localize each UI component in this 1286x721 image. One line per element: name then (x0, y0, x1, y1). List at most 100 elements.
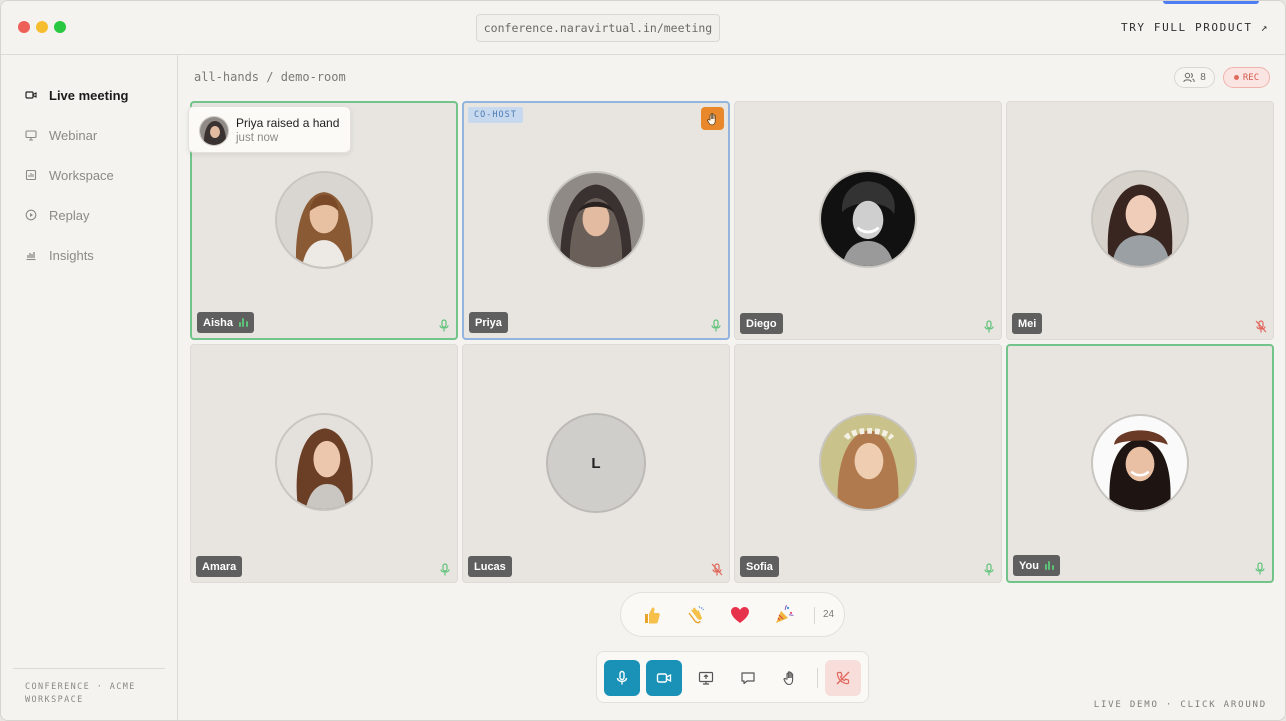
avatar (1091, 170, 1189, 268)
participant-name: Diego (746, 317, 777, 330)
camera-button[interactable] (646, 660, 682, 696)
mic-off-icon (711, 563, 723, 576)
audio-level-icon (1044, 561, 1054, 570)
camera-icon (656, 673, 672, 683)
workspace-label-line2: WORKSPACE (25, 695, 84, 705)
chat-button[interactable] (730, 660, 766, 696)
toast-title: Priya raised a hand (236, 116, 340, 130)
sidebar-item-replay[interactable]: Replay (25, 195, 128, 235)
audio-level-icon (238, 318, 248, 327)
participant-tile-sofia[interactable]: Sofia (734, 344, 1002, 583)
initial-avatar: L (546, 413, 646, 513)
raise-hand-button[interactable] (772, 660, 808, 696)
share-screen-button[interactable] (688, 660, 724, 696)
live-demo-label: LIVE DEMO · CLICK AROUND (1093, 700, 1267, 710)
avatar (547, 171, 645, 269)
sidebar-item-workspace[interactable]: Workspace (25, 155, 128, 195)
breadcrumb: all-hands / demo-room (194, 70, 346, 84)
sidebar-item-label: Insights (49, 247, 94, 263)
phone-hangup-icon (836, 671, 850, 685)
microphone-icon (616, 670, 628, 685)
participant-tile-lucas[interactable]: L Lucas (462, 344, 730, 583)
heart-icon (731, 607, 749, 623)
sidebar-item-live-meeting[interactable]: Live meeting (25, 75, 128, 115)
maximize-window-button[interactable] (54, 21, 66, 33)
accent-line (1163, 1, 1259, 4)
mic-on-icon (984, 563, 994, 576)
title-bar: conference.naravirtual.in/meeting TRY FU… (1, 1, 1285, 55)
chat-icon (741, 672, 755, 685)
participant-name-tag: You (1013, 555, 1060, 576)
chart-icon (26, 252, 36, 261)
hand-icon (783, 671, 794, 686)
heart-reaction-button[interactable] (729, 604, 751, 626)
users-icon (1183, 72, 1195, 83)
mic-on-icon (440, 563, 450, 576)
minimize-window-button[interactable] (36, 21, 48, 33)
toast-timestamp: just now (236, 132, 279, 144)
participant-tile-diego[interactable]: Diego (734, 101, 1002, 340)
reactions-bar: 24 (620, 592, 845, 637)
sidebar-item-webinar[interactable]: Webinar (25, 115, 128, 155)
mic-on-icon (984, 320, 994, 333)
toast-avatar (199, 116, 229, 146)
participant-tile-priya[interactable]: CO-HOST Priya (462, 101, 730, 340)
participant-name: Amara (202, 560, 237, 573)
url-bar[interactable]: conference.naravirtual.in/meeting (476, 14, 720, 42)
monitor-icon (25, 130, 37, 141)
participant-name: Priya (475, 316, 502, 329)
close-window-button[interactable] (18, 21, 30, 33)
participant-name: Sofia (746, 560, 773, 573)
microphone-button[interactable] (604, 660, 640, 696)
thumbs-up-reaction-button[interactable] (641, 604, 663, 626)
participant-name: Aisha (203, 316, 233, 329)
participant-name-tag: Amara (196, 556, 243, 577)
try-full-product-link[interactable]: TRY FULL PRODUCT ↗ (1121, 21, 1269, 34)
participant-name-tag: Sofia (740, 556, 779, 577)
video-icon (25, 91, 37, 99)
recording-label: REC (1242, 72, 1260, 83)
party-popper-icon (776, 605, 794, 623)
avatar (275, 413, 373, 511)
participant-name: Mei (1018, 317, 1037, 330)
participant-name: Lucas (474, 560, 506, 573)
avatar (1091, 414, 1189, 512)
participants-button[interactable]: 8 (1174, 67, 1215, 88)
sidebar-item-insights[interactable]: Insights (25, 235, 128, 275)
leave-call-button[interactable] (825, 660, 861, 696)
participant-name-tag: Aisha (197, 312, 254, 333)
raised-hand-icon (701, 107, 724, 130)
workspace-label-line1: CONFERENCE · ACME (25, 682, 136, 692)
sidebar-nav: Live meeting Webinar Workspace Replay In… (25, 75, 128, 275)
clap-reaction-button[interactable] (685, 604, 707, 626)
participant-tile-you[interactable]: You (1006, 344, 1274, 583)
participant-tile-mei[interactable]: Mei (1006, 101, 1274, 340)
sidebar-item-label: Replay (49, 207, 90, 223)
avatar (275, 171, 373, 269)
recording-dot-icon (1233, 75, 1239, 80)
participant-count: 8 (1200, 72, 1206, 83)
reaction-count: 24 (823, 609, 835, 620)
cohost-badge: CO-HOST (468, 107, 523, 123)
participant-name-tag: Diego (740, 313, 783, 334)
hand-raised-toast[interactable]: Priya raised a hand just now (188, 106, 351, 153)
participant-name-tag: Lucas (468, 556, 512, 577)
participant-tile-amara[interactable]: Amara (190, 344, 458, 583)
reaction-divider (814, 607, 815, 624)
play-icon (25, 209, 37, 221)
avatar (819, 413, 917, 511)
sidebar-item-label: Workspace (49, 167, 114, 183)
party-reaction-button[interactable] (773, 604, 795, 626)
screen-share-icon (698, 671, 714, 685)
avatar (819, 170, 917, 268)
mic-on-icon (439, 319, 449, 332)
sidebar-footer: CONFERENCE · ACME WORKSPACE (13, 668, 165, 707)
window-controls (18, 21, 66, 33)
controls-divider (817, 668, 818, 688)
app-window: conference.naravirtual.in/meeting TRY FU… (0, 0, 1286, 721)
grid-icon (25, 169, 37, 181)
clap-icon (688, 605, 705, 624)
mic-on-icon (711, 319, 721, 332)
recording-badge[interactable]: REC (1223, 67, 1270, 88)
mic-on-icon (1255, 562, 1265, 575)
